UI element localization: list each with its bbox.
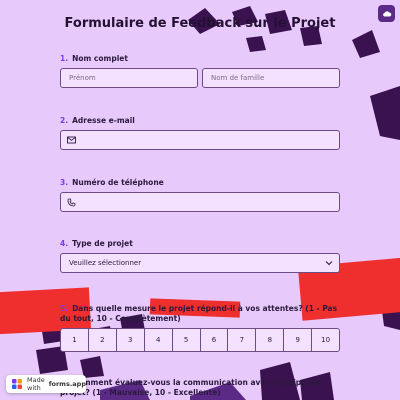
question-label: Numéro de téléphone	[72, 178, 164, 187]
email-field[interactable]	[60, 130, 340, 150]
form-title: Formulaire de Feedback sur le Projet	[64, 16, 336, 31]
question-label: Nom complet	[72, 54, 128, 63]
phone-icon	[67, 198, 76, 207]
question-label: Type de projet	[72, 239, 133, 248]
made-with-badge[interactable]: Made with forms.app	[6, 375, 86, 393]
last-name-placeholder: Nom de famille	[211, 74, 265, 82]
question-number: 4.	[60, 239, 69, 248]
rating-option[interactable]: 5	[173, 329, 201, 351]
question-label: Comment évaluez-vous la communication av…	[60, 378, 320, 397]
expectations-rating-scale[interactable]: 1 2 3 4 5 6 7 8 9 10	[60, 328, 340, 352]
phone-field[interactable]	[60, 192, 340, 212]
question-number: 2.	[60, 116, 69, 125]
question-number: 1.	[60, 54, 69, 63]
top-action-button[interactable]	[378, 5, 395, 22]
envelope-icon	[67, 136, 76, 144]
chevron-down-icon	[325, 260, 333, 268]
rating-option[interactable]: 8	[256, 329, 285, 351]
question-number: 3.	[60, 178, 69, 187]
forms-app-logo-icon	[11, 378, 23, 390]
question-communication: 6.Comment évaluez-vous la communication …	[60, 378, 340, 398]
rating-option[interactable]: 10	[312, 329, 339, 351]
rating-option[interactable]: 2	[89, 329, 117, 351]
question-project-type: 4. Type de projet	[60, 239, 133, 248]
badge-brand: forms.app	[48, 380, 86, 388]
rating-option[interactable]: 9	[284, 329, 313, 351]
cloud-icon	[382, 10, 391, 16]
first-name-placeholder: Prénom	[69, 74, 96, 82]
badge-prefix: Made with	[27, 376, 45, 392]
project-type-select-value: Veuillez sélectionner	[69, 259, 142, 267]
question-phone: 3. Numéro de téléphone	[60, 178, 164, 187]
rating-option[interactable]: 3	[117, 329, 145, 351]
question-number: 5.	[60, 304, 69, 313]
rating-option[interactable]: 6	[201, 329, 229, 351]
question-email: 2. Adresse e-mail	[60, 116, 135, 125]
project-type-select[interactable]: Veuillez sélectionner	[60, 253, 340, 273]
question-full-name: 1. Nom complet	[60, 54, 128, 63]
rating-option[interactable]: 1	[61, 329, 89, 351]
rating-option[interactable]: 4	[145, 329, 173, 351]
first-name-field[interactable]: Prénom	[60, 68, 198, 88]
question-label: Adresse e-mail	[72, 116, 135, 125]
rating-option[interactable]: 7	[228, 329, 257, 351]
question-label: Dans quelle mesure le projet répond-il à…	[60, 304, 338, 323]
question-expectations: 5. Dans quelle mesure le projet répond-il…	[60, 304, 340, 324]
last-name-field[interactable]: Nom de famille	[202, 68, 340, 88]
